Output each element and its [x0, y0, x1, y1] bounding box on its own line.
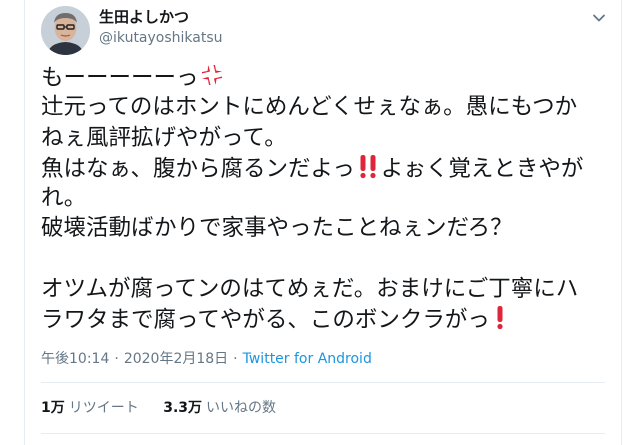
display-name[interactable]: 生田よしかつ	[99, 7, 223, 27]
chevron-down-icon[interactable]	[589, 8, 609, 28]
retweet-label: リツイート	[68, 400, 139, 416]
double-exclamation-icon	[355, 153, 381, 187]
avatar-portrait-icon	[41, 6, 90, 55]
like-count-link[interactable]: 3.3万 いいねの数	[163, 398, 276, 418]
tweet-text-segment: もーーーーーっ	[41, 65, 199, 91]
tweet-stats: 1万 リツイート 3.3万 いいねの数	[41, 398, 296, 418]
tweet-date[interactable]: 2020年2月18日	[124, 351, 228, 367]
tweet-card: 生田よしかつ @ikutayoshikatsu もーーーーーっ 辻元ってのはホン…	[24, 0, 622, 445]
tweet-line: 辻元ってのはホントにめんどくせぇなぁ。愚にもつか	[41, 94, 578, 121]
tweet-text-segment: 魚はなぁ、腹から腐るンだよっ	[41, 155, 355, 182]
tweet-timestamp-row: 午後10:14 · 2020年2月18日 · Twitter for Android	[41, 349, 372, 369]
separator-dot: ·	[114, 351, 119, 367]
tweet-source-link[interactable]: Twitter for Android	[243, 351, 372, 367]
tweet-text: もーーーーーっ 辻元ってのはホントにめんどくせぇなぁ。愚にもつか ねぇ風評拡げや…	[41, 62, 601, 335]
divider	[41, 433, 605, 434]
tweet-line: ラワタまで腐ってやがる、このボンクラがっ	[41, 304, 601, 334]
like-label: いいねの数	[206, 400, 277, 416]
exclamation-icon	[490, 304, 510, 338]
divider	[41, 382, 605, 383]
tweet-text-segment: よぉく覚えときやが	[380, 155, 584, 182]
tweet-text-segment: ラワタまで腐ってやがる、このボンクラがっ	[41, 307, 490, 334]
tweet-line: れ。	[41, 185, 87, 212]
retweet-count: 1万	[41, 400, 65, 416]
retweet-count-link[interactable]: 1万 リツイート	[41, 398, 139, 418]
separator-dot: ·	[233, 351, 238, 367]
user-handle[interactable]: @ikutayoshikatsu	[99, 28, 223, 48]
tweet-line: 破壊活動ばかりで家事やったことねぇンだろ？	[41, 215, 513, 242]
tweet-line: オツムが腐ってンのはてめぇだ。おまけにご丁寧にハ	[41, 276, 579, 303]
avatar[interactable]	[41, 6, 90, 55]
like-count: 3.3万	[163, 400, 203, 416]
tweet-line: ねぇ風評拡げやがって。	[41, 124, 287, 151]
anger-symbol-icon	[199, 62, 225, 96]
tweet-time[interactable]: 午後10:14	[41, 351, 109, 367]
tweet-line: もーーーーーっ	[41, 62, 601, 92]
author-block[interactable]: 生田よしかつ @ikutayoshikatsu	[99, 7, 223, 48]
tweet-line: 魚はなぁ、腹から腐るンだよっ よぉく覚えときやが	[41, 153, 601, 183]
